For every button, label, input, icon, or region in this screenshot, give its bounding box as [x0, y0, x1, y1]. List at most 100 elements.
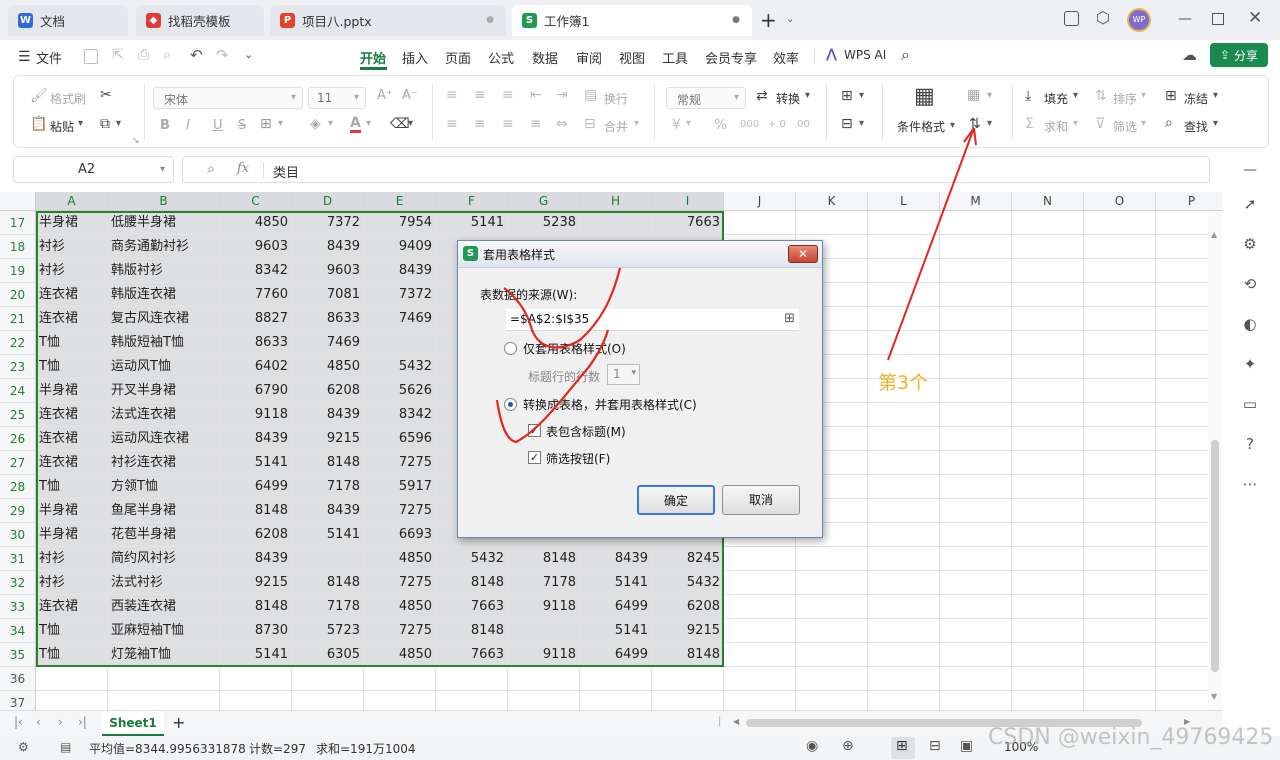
- row-number[interactable]: 35: [0, 643, 36, 667]
- strikethrough-icon[interactable]: S: [238, 118, 246, 133]
- tab-view[interactable]: 视图: [619, 48, 645, 67]
- paste-icon[interactable]: 📋: [30, 116, 47, 132]
- number-format-select[interactable]: 常规 ▾: [666, 87, 746, 109]
- table-cell[interactable]: [940, 211, 1012, 235]
- table-cell[interactable]: [868, 619, 940, 643]
- table-cell[interactable]: [1012, 235, 1084, 259]
- row-col-chevron-icon[interactable]: ▾: [859, 90, 864, 101]
- table-cell[interactable]: 4850: [364, 547, 436, 571]
- table-cell[interactable]: [508, 667, 580, 691]
- prev-sheet-icon[interactable]: ‹: [36, 715, 41, 729]
- table-cell[interactable]: [724, 211, 796, 235]
- column-header-o[interactable]: O: [1084, 192, 1156, 211]
- table-cell[interactable]: 5141: [220, 451, 292, 475]
- table-cell[interactable]: [1084, 547, 1156, 571]
- table-cell[interactable]: [868, 667, 940, 691]
- row-number[interactable]: 36: [0, 667, 36, 691]
- conditional-format-chevron-icon[interactable]: ▾: [950, 120, 955, 131]
- table-cell[interactable]: 8439: [220, 547, 292, 571]
- table-cell[interactable]: T恤: [36, 355, 108, 379]
- fill-icon[interactable]: ⤓: [1025, 88, 1031, 104]
- row-number[interactable]: 18: [0, 235, 36, 259]
- table-cell[interactable]: 灯笼袖T恤: [108, 643, 220, 667]
- table-cell[interactable]: [940, 523, 1012, 547]
- tab-data[interactable]: 数据: [532, 48, 558, 67]
- table-cell[interactable]: [1084, 211, 1156, 235]
- decrease-font-icon[interactable]: A⁻: [402, 88, 418, 103]
- table-cell[interactable]: 8148: [292, 571, 364, 595]
- row-number[interactable]: 24: [0, 379, 36, 403]
- restore-icon[interactable]: [1212, 13, 1224, 25]
- table-cell[interactable]: [1084, 667, 1156, 691]
- first-sheet-icon[interactable]: |‹: [14, 715, 23, 729]
- table-cell[interactable]: 8827: [220, 307, 292, 331]
- table-cell[interactable]: 半身裙: [36, 499, 108, 523]
- table-cell[interactable]: [1084, 691, 1156, 710]
- table-cell[interactable]: [796, 547, 868, 571]
- source-range-input[interactable]: =$A$2:$I$35 ⊞: [506, 309, 799, 331]
- sum-button[interactable]: 求和: [1044, 118, 1068, 135]
- column-header-i[interactable]: I: [652, 192, 724, 211]
- table-cell[interactable]: [940, 499, 1012, 523]
- table-cell[interactable]: 9118: [508, 595, 580, 619]
- table-cell[interactable]: 运动风连衣裙: [108, 427, 220, 451]
- radio-style-only[interactable]: [504, 342, 517, 355]
- paste-chevron-icon[interactable]: ▾: [78, 118, 83, 129]
- table-cell[interactable]: 韩版连衣裙: [108, 283, 220, 307]
- row-col-icon[interactable]: ⊞: [841, 88, 853, 104]
- table-cell[interactable]: 7178: [508, 571, 580, 595]
- minimize-icon[interactable]: —: [1178, 11, 1192, 27]
- font-color-chevron-icon[interactable]: ▾: [366, 118, 371, 129]
- table-cell[interactable]: [1084, 307, 1156, 331]
- row-number[interactable]: 31: [0, 547, 36, 571]
- currency-chevron-icon[interactable]: ▾: [686, 118, 691, 129]
- table-cell[interactable]: 6208: [220, 523, 292, 547]
- redo-icon[interactable]: ↷: [216, 46, 229, 64]
- table-cell[interactable]: 8148: [292, 451, 364, 475]
- row-number[interactable]: 29: [0, 499, 36, 523]
- tab-templates[interactable]: ◆ 找稻壳模板: [136, 5, 264, 36]
- scroll-down-icon[interactable]: ▼: [1211, 692, 1217, 701]
- page-layout-view-icon[interactable]: ▣: [960, 738, 973, 754]
- table-cell[interactable]: 8439: [220, 427, 292, 451]
- table-cell[interactable]: 4850: [292, 355, 364, 379]
- table-cell[interactable]: 5626: [364, 379, 436, 403]
- table-cell[interactable]: 8148: [508, 547, 580, 571]
- table-cell[interactable]: 9215: [292, 427, 364, 451]
- table-cell[interactable]: 9118: [508, 643, 580, 667]
- table-style-chevron-icon[interactable]: ▾: [987, 90, 992, 101]
- table-cell[interactable]: [1012, 355, 1084, 379]
- clear-chevron-icon[interactable]: ▾: [408, 118, 413, 129]
- worksheet-chevron-icon[interactable]: ▾: [859, 118, 864, 129]
- table-cell[interactable]: [1012, 259, 1084, 283]
- table-cell[interactable]: 方领T恤: [108, 475, 220, 499]
- table-cell[interactable]: 8342: [220, 259, 292, 283]
- table-cell[interactable]: 7275: [364, 619, 436, 643]
- range-picker-icon[interactable]: ⊞: [784, 311, 795, 326]
- header-rows-select[interactable]: 1 ▾: [607, 364, 640, 385]
- help-icon[interactable]: ?: [1240, 435, 1260, 455]
- next-sheet-icon[interactable]: ›: [58, 715, 63, 729]
- format-painter-icon[interactable]: 🖌: [30, 88, 48, 104]
- table-cell[interactable]: [1012, 427, 1084, 451]
- table-cell[interactable]: 4850: [364, 595, 436, 619]
- filter-button[interactable]: 筛选: [1113, 118, 1137, 135]
- window-layout-icon[interactable]: [1064, 11, 1079, 26]
- sum-chevron-icon[interactable]: ▾: [1073, 118, 1078, 129]
- table-cell[interactable]: 9603: [220, 235, 292, 259]
- table-cell[interactable]: 8439: [580, 547, 652, 571]
- table-cell[interactable]: [796, 571, 868, 595]
- table-cell[interactable]: 6208: [652, 595, 724, 619]
- freeze-icon[interactable]: ⊞: [1165, 88, 1177, 104]
- table-cell[interactable]: 法式连衣裙: [108, 403, 220, 427]
- table-cell[interactable]: 6693: [364, 523, 436, 547]
- table-cell[interactable]: [1084, 475, 1156, 499]
- table-cell[interactable]: T恤: [36, 619, 108, 643]
- table-cell[interactable]: [364, 331, 436, 355]
- radio-convert-table[interactable]: [504, 398, 517, 411]
- table-cell[interactable]: [1012, 571, 1084, 595]
- table-cell[interactable]: 半身裙: [36, 211, 108, 235]
- convert-icon[interactable]: ⇄: [756, 88, 768, 104]
- table-cell[interactable]: 5723: [292, 619, 364, 643]
- table-cell[interactable]: 8633: [292, 307, 364, 331]
